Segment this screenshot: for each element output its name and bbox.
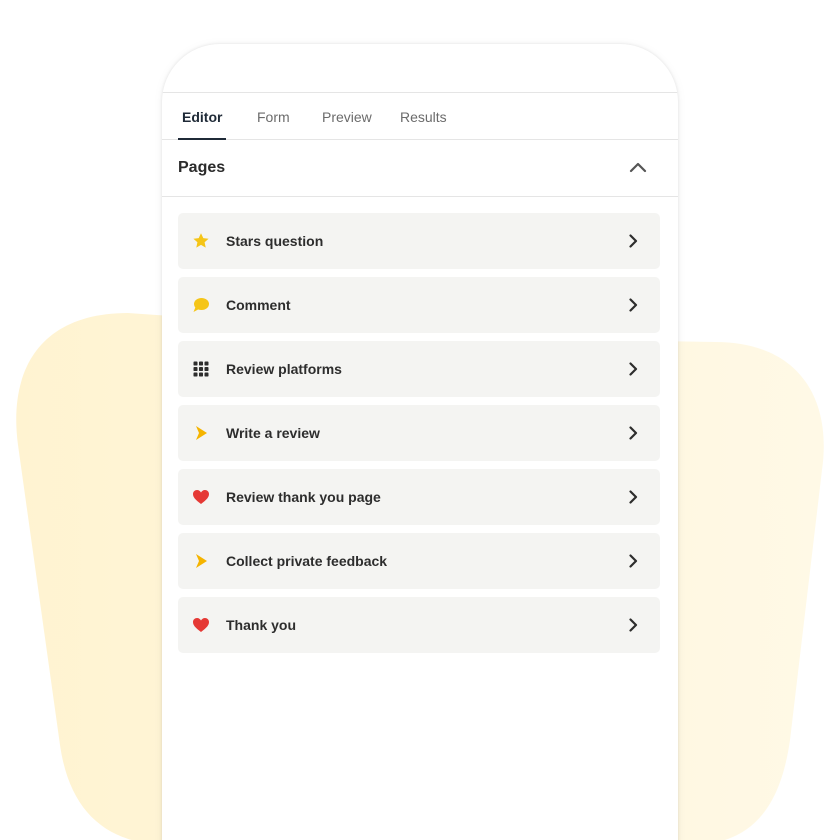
section-title: Pages xyxy=(178,159,226,176)
page-list: Stars question Comment Review platforms … xyxy=(178,213,660,661)
page-item-review-thank-you-page[interactable]: Review thank you page xyxy=(178,469,660,525)
star-icon xyxy=(193,233,209,248)
page-item-label: Stars question xyxy=(226,233,324,249)
tab-form[interactable]: Form xyxy=(257,93,290,140)
page-item-collect-private-feedback[interactable]: Collect private feedback xyxy=(178,533,660,589)
speech-bubble-icon xyxy=(193,298,209,312)
heart-icon xyxy=(193,490,209,504)
page-item-label: Review platforms xyxy=(226,361,342,377)
chevron-right-icon xyxy=(629,362,638,376)
tab-editor[interactable]: Editor xyxy=(182,93,222,140)
chevron-up-icon xyxy=(629,162,647,173)
page-item-review-platforms[interactable]: Review platforms xyxy=(178,341,660,397)
chevron-right-icon xyxy=(629,490,638,504)
page-item-label: Thank you xyxy=(226,617,297,633)
pages-section-header[interactable]: Pages xyxy=(162,140,678,197)
tab-results[interactable]: Results xyxy=(400,93,447,140)
collapse-button[interactable] xyxy=(626,156,650,180)
chevron-right-icon xyxy=(629,554,638,568)
page-item-write-a-review[interactable]: Write a review xyxy=(178,405,660,461)
stage: Editor Form Preview Results Pages Stars … xyxy=(0,0,840,840)
page-item-label: Review thank you page xyxy=(226,489,381,505)
page-item-label: Write a review xyxy=(226,425,320,441)
phone-frame: Editor Form Preview Results Pages Stars … xyxy=(162,44,678,840)
play-arrow-icon xyxy=(196,554,207,568)
heart-icon xyxy=(193,618,209,632)
chevron-right-icon xyxy=(629,426,638,440)
page-item-label: Collect private feedback xyxy=(226,553,388,569)
page-item-label: Comment xyxy=(226,297,291,313)
tab-preview[interactable]: Preview xyxy=(322,93,372,140)
page-item-stars-question[interactable]: Stars question xyxy=(178,213,660,269)
tab-bar: Editor Form Preview Results xyxy=(162,92,678,140)
grid-icon xyxy=(193,361,209,377)
play-arrow-icon xyxy=(196,426,207,440)
chevron-right-icon xyxy=(629,298,638,312)
page-item-thank-you[interactable]: Thank you xyxy=(178,597,660,653)
chevron-right-icon xyxy=(629,234,638,248)
chevron-right-icon xyxy=(629,618,638,632)
page-item-comment[interactable]: Comment xyxy=(178,277,660,333)
